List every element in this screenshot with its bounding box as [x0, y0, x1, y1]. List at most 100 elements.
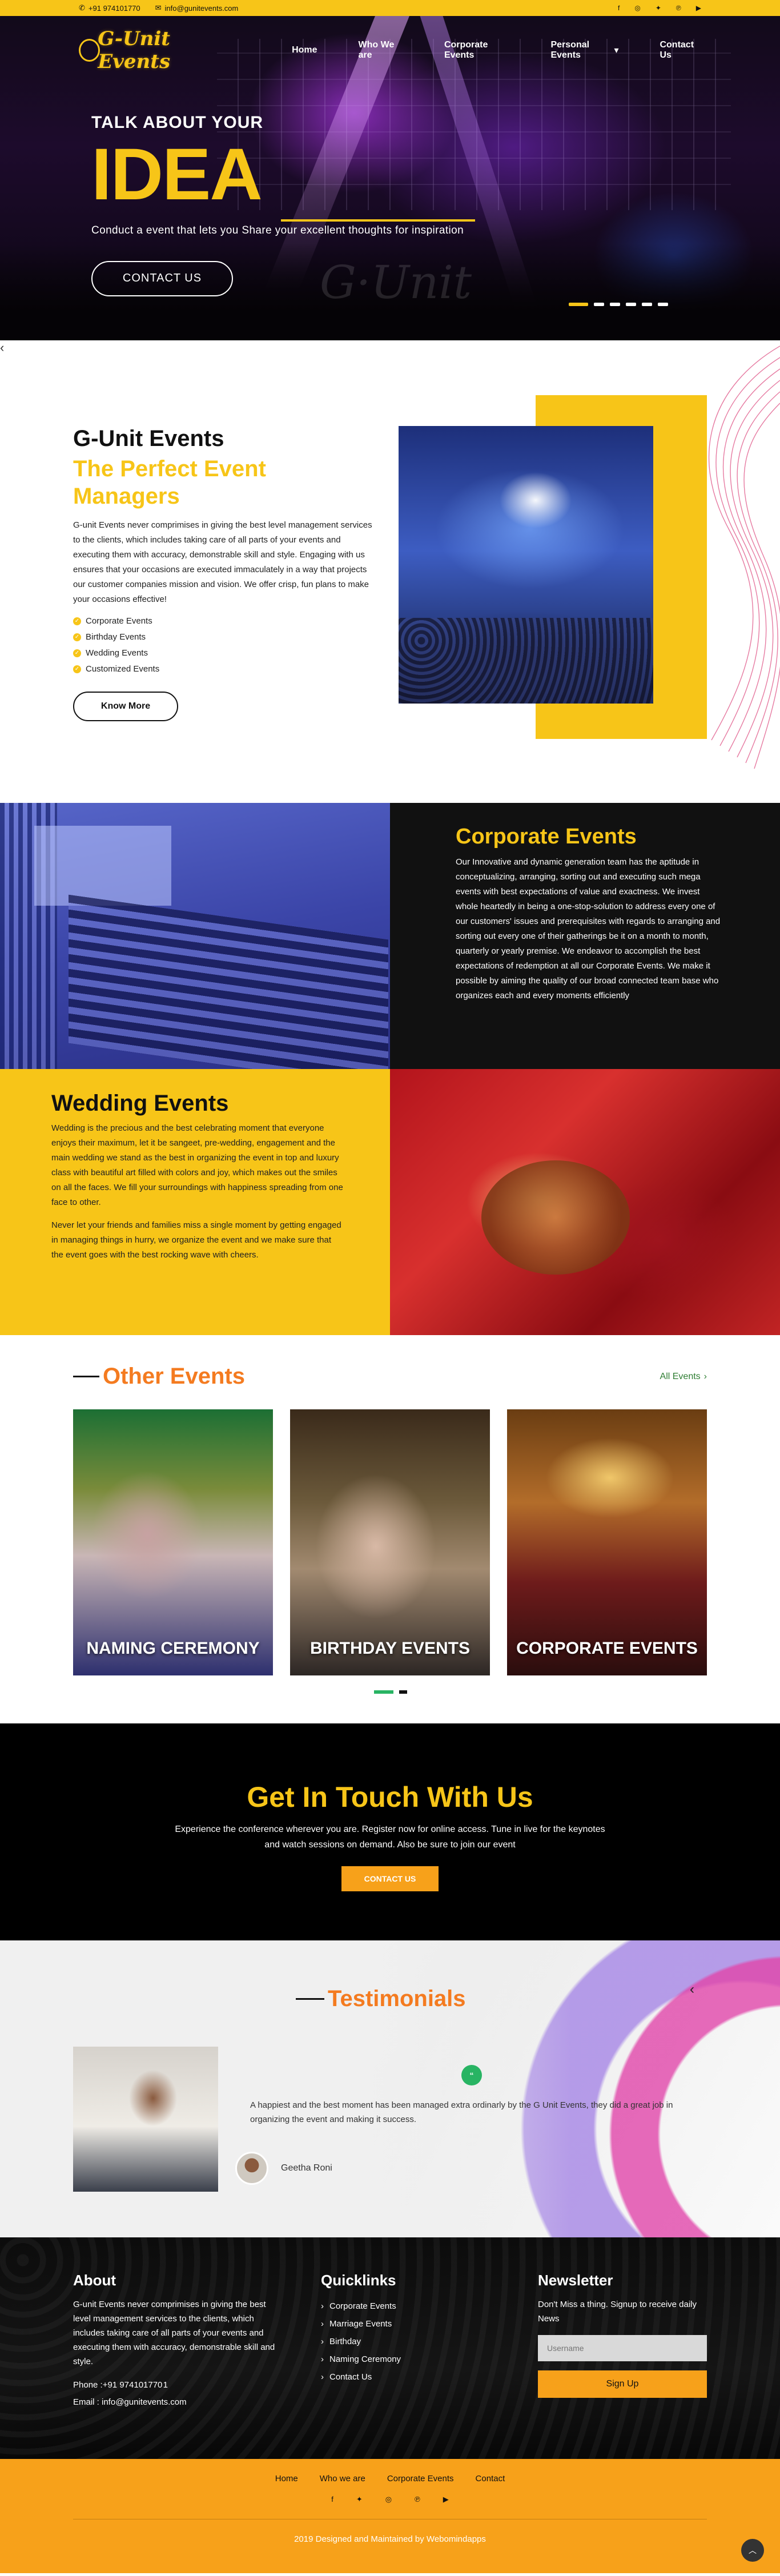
twitter-icon[interactable]: ✦	[356, 2495, 363, 2504]
chevron-left-icon[interactable]: ‹	[690, 1982, 694, 1998]
footer-link-label: Marriage Events	[329, 2319, 392, 2329]
footer-link-corporate-events[interactable]: › Corporate Events	[321, 2297, 481, 2315]
list-item-label: Corporate Events	[86, 616, 152, 626]
event-card-naming-ceremony[interactable]: NAMING CEREMONY	[73, 1409, 273, 1675]
topbar-social: f ◎ ✦ ℗ ▶	[618, 4, 701, 12]
facebook-icon[interactable]: f	[331, 2495, 333, 2504]
pinterest-icon[interactable]: ℗	[415, 2495, 420, 2504]
footer-link-naming-ceremony[interactable]: › Naming Ceremony	[321, 2350, 481, 2368]
bottom-nav: Home Who we are Corporate Events Contact	[0, 2474, 780, 2483]
list-item-label: Customized Events	[86, 664, 160, 674]
check-icon: ✓	[73, 617, 81, 625]
wedding-text-block: Wedding Events Wedding is the precious a…	[0, 1069, 390, 1335]
other-events-section: Other Events All Events › NAMING CEREMON…	[0, 1335, 780, 1723]
event-card-label: BIRTHDAY EVENTS	[309, 1639, 471, 1658]
footer-link-label: Corporate Events	[329, 2301, 396, 2311]
corporate-title: Corporate Events	[456, 825, 637, 849]
know-more-button[interactable]: Know More	[73, 692, 178, 721]
check-icon: ✓	[73, 649, 81, 657]
nav-menu: Home Who We are Corporate Events Persona…	[292, 40, 701, 61]
nav-item-personal-events[interactable]: Personal Events ▾	[550, 40, 618, 61]
phone-icon: ✆	[79, 3, 85, 12]
event-card-birthday[interactable]: BIRTHDAY EVENTS	[290, 1409, 490, 1675]
pinterest-icon[interactable]: ℗	[676, 4, 681, 12]
chevron-left-icon[interactable]: ‹	[0, 340, 4, 355]
youtube-icon[interactable]: ▶	[696, 4, 701, 12]
photo-audience-rows	[69, 894, 388, 1069]
get-in-touch-title: Get In Touch With Us	[247, 1781, 533, 1813]
slider-dot[interactable]	[626, 303, 636, 306]
site-logo[interactable]: G-Unit Events	[79, 27, 237, 73]
topbar-contact: ✆ +91 974101770 ✉ info@gunitevents.com	[79, 3, 238, 13]
other-events-heading: Other Events	[73, 1364, 245, 1389]
nav-item-home[interactable]: Home	[292, 40, 317, 61]
photo-screen-detail	[34, 826, 171, 906]
slider-dot[interactable]	[642, 303, 652, 306]
bottom-bar: Home Who we are Corporate Events Contact…	[0, 2459, 780, 2573]
all-events-label: All Events	[660, 1372, 701, 1381]
hero-contact-button[interactable]: CONTACT US	[91, 260, 233, 296]
nav-item-corporate-events[interactable]: Corporate Events	[444, 40, 510, 61]
bottom-nav-home[interactable]: Home	[275, 2474, 298, 2483]
chevron-down-icon: ▾	[614, 46, 619, 55]
facebook-icon[interactable]: f	[618, 4, 620, 12]
main-nav: G-Unit Events Home Who We are Corporate …	[0, 16, 780, 85]
mail-icon: ✉	[155, 3, 162, 12]
event-card-corporate[interactable]: CORPORATE EVENTS	[507, 1409, 707, 1675]
nav-item-who-we-are[interactable]: Who We are	[359, 40, 403, 61]
list-item-label: Wedding Events	[86, 648, 148, 658]
footer-phone[interactable]: Phone :+91 974101770 1	[73, 2377, 279, 2394]
footer-link-contact-us[interactable]: › Contact Us	[321, 2368, 481, 2386]
footer-about-text: G-unit Events never comprimises in givin…	[73, 2300, 275, 2366]
get-in-touch-contact-button[interactable]: CONTACT US	[341, 1866, 439, 1891]
event-card-label: CORPORATE EVENTS	[516, 1639, 698, 1658]
footer: About G-unit Events never comprimises in…	[0, 2237, 780, 2459]
slider-dot[interactable]	[594, 303, 604, 306]
wedding-section: Wedding Events Wedding is the precious a…	[0, 1069, 780, 1335]
slider-dot[interactable]	[610, 303, 620, 306]
footer-link-birthday[interactable]: › Birthday	[321, 2333, 481, 2350]
wedding-photo	[390, 1069, 780, 1335]
wedding-description-2: Never let your friends and families miss…	[51, 1220, 341, 1260]
corporate-photo	[0, 803, 390, 1069]
hero-title: IDEA	[91, 134, 263, 215]
instagram-icon[interactable]: ◎	[385, 2495, 392, 2504]
event-slider-dots	[374, 1690, 407, 1694]
scroll-to-top-button[interactable]: ︿	[741, 2539, 764, 2562]
list-item: ✓ Corporate Events	[73, 616, 376, 626]
testimonials-section: Testimonials ‹ “ A happiest and the best…	[0, 1940, 780, 2237]
list-item: ✓ Wedding Events	[73, 648, 376, 658]
footer-email[interactable]: Email : info@gunitevents.com	[73, 2394, 279, 2411]
youtube-icon[interactable]: ▶	[443, 2495, 449, 2504]
about-text-block: G-Unit Events The Perfect Event Managers…	[73, 426, 376, 721]
slider-dot[interactable]	[569, 303, 588, 306]
footer-link-label: Birthday	[329, 2337, 361, 2346]
twitter-icon[interactable]: ✦	[656, 4, 661, 12]
slider-dot[interactable]	[374, 1690, 393, 1694]
list-item: ✓ Birthday Events	[73, 632, 376, 642]
topbar-email[interactable]: ✉ info@gunitevents.com	[155, 3, 239, 13]
topbar-phone-text: +91 974101770	[88, 3, 140, 13]
bottom-nav-who-we-are[interactable]: Who we are	[320, 2474, 365, 2483]
newsletter-signup-button[interactable]: Sign Up	[538, 2370, 707, 2398]
testimonial-photo	[73, 2047, 218, 2192]
topbar-phone[interactable]: ✆ +91 974101770	[79, 3, 140, 13]
instagram-icon[interactable]: ◎	[634, 4, 640, 12]
nav-item-label: Home	[292, 45, 317, 55]
topbar-email-text: info@gunitevents.com	[164, 3, 239, 13]
slider-dot[interactable]	[399, 1690, 407, 1694]
hero-title-underline	[281, 219, 475, 222]
newsletter-username-input[interactable]	[538, 2335, 707, 2361]
wedding-description-1: Wedding is the precious and the best cel…	[51, 1123, 343, 1207]
footer-link-marriage-events[interactable]: › Marriage Events	[321, 2315, 481, 2333]
all-events-link[interactable]: All Events ›	[660, 1372, 707, 1382]
wedding-title: Wedding Events	[51, 1091, 229, 1116]
bottom-nav-contact[interactable]: Contact	[476, 2474, 505, 2483]
quote-icon: “	[461, 2065, 482, 2085]
chevron-up-icon: ︿	[749, 2546, 757, 2555]
nav-item-contact-us[interactable]: Contact Us	[660, 40, 701, 61]
bottom-social: f ✦ ◎ ℗ ▶	[0, 2495, 780, 2504]
slider-dot[interactable]	[658, 303, 668, 306]
bottom-nav-corporate-events[interactable]: Corporate Events	[387, 2474, 454, 2483]
photo-hands-detail	[481, 1160, 630, 1275]
